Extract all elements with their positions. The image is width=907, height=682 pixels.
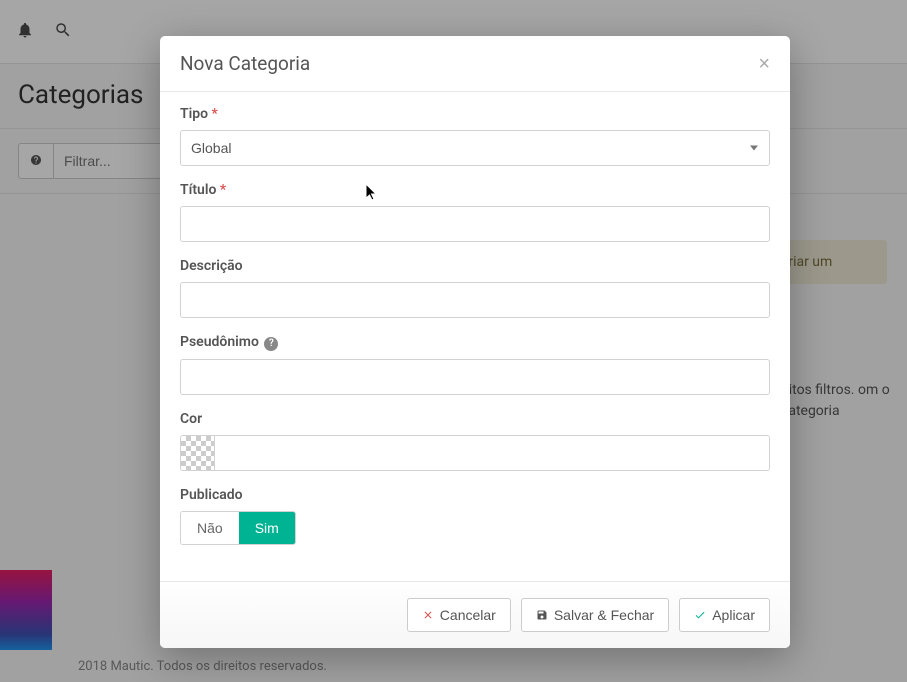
color-swatch[interactable] [181,436,215,470]
modal-title: Nova Categoria [180,52,310,75]
modal-header: Nova Categoria × [160,36,790,92]
toggle-yes[interactable]: Sim [239,512,295,544]
descricao-input[interactable] [180,282,770,318]
color-input[interactable] [215,436,769,470]
cancel-button[interactable]: Cancelar [407,598,511,632]
apply-button[interactable]: Aplicar [679,598,770,632]
label-descricao: Descrição [180,258,770,274]
field-cor: Cor [180,411,770,471]
modal-body: Tipo * Título * Descrição Pseudônimo ? [160,92,790,581]
label-pseudonimo: Pseudônimo ? [180,334,770,351]
label-titulo: Título * [180,182,770,198]
label-cor: Cor [180,411,770,427]
question-icon[interactable]: ? [264,337,278,351]
close-icon[interactable]: × [758,54,770,74]
new-category-modal: Nova Categoria × Tipo * Título * Descriç… [160,36,790,648]
check-icon [694,609,706,621]
field-pseudonimo: Pseudônimo ? [180,334,770,395]
publicado-toggle: Não Sim [180,511,296,545]
modal-footer: Cancelar Salvar & Fechar Aplicar [160,581,790,648]
field-publicado: Publicado Não Sim [180,487,770,545]
required-marker: * [220,182,226,198]
label-tipo: Tipo * [180,106,770,122]
save-close-button[interactable]: Salvar & Fechar [521,598,669,632]
titulo-input[interactable] [180,206,770,242]
field-descricao: Descrição [180,258,770,318]
close-icon [422,609,434,621]
field-tipo: Tipo * [180,106,770,166]
pseudonimo-input[interactable] [180,359,770,395]
field-titulo: Título * [180,182,770,242]
save-icon [536,609,548,621]
tipo-select[interactable] [180,130,770,166]
label-publicado: Publicado [180,487,770,503]
color-picker[interactable] [180,435,770,471]
required-marker: * [212,106,218,122]
toggle-no[interactable]: Não [181,512,239,544]
